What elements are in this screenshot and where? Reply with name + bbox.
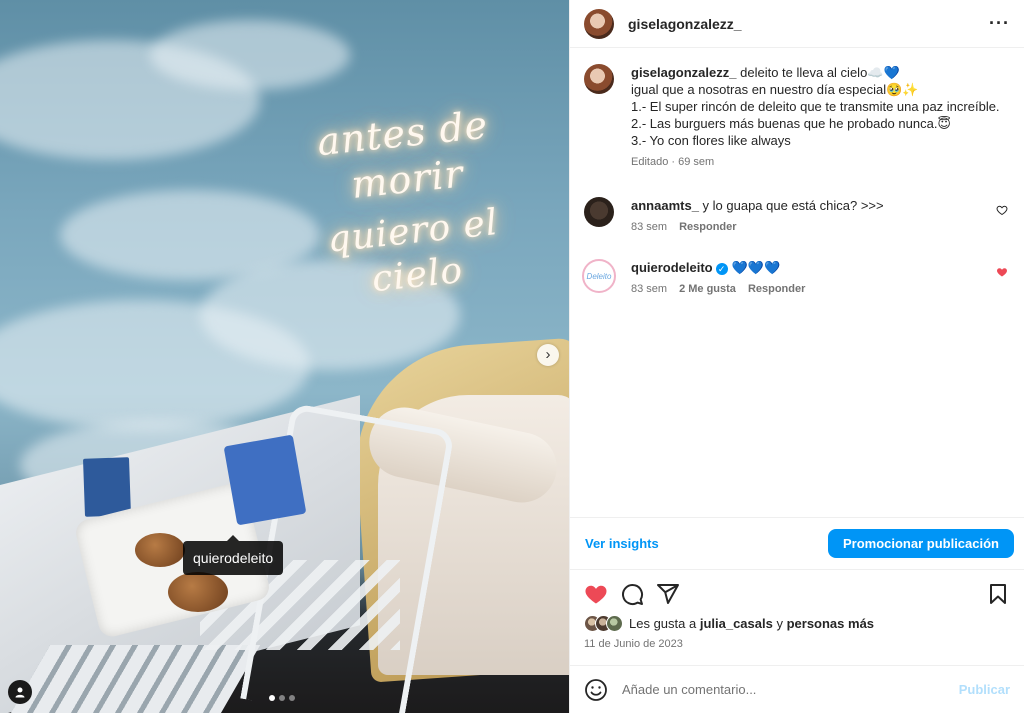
- comment-input[interactable]: [622, 682, 959, 697]
- post-side-panel: giselagonzalezz_ ··· giselagonzalezz_ de…: [569, 0, 1024, 713]
- comment-meta: 83 sem 2 Me gusta Responder: [631, 283, 1010, 295]
- likes-text: Les gusta a julia_casals y personas más: [629, 616, 874, 631]
- likes-user-link[interactable]: julia_casals: [700, 616, 773, 631]
- caption: giselagonzalezz_ deleito te lleva al cie…: [584, 64, 1010, 168]
- post-header: giselagonzalezz_ ···: [570, 0, 1024, 48]
- publish-button[interactable]: Publicar: [959, 682, 1010, 697]
- comments-section: giselagonzalezz_ deleito te lleva al cie…: [570, 48, 1024, 517]
- post-media[interactable]: antes de morir quiero el cielo quierodel…: [0, 0, 569, 713]
- comment-text: y lo guapa que está chica? >>>: [702, 198, 884, 213]
- likes-others-link[interactable]: personas más: [787, 616, 874, 631]
- action-icons: [584, 580, 1010, 608]
- instagram-post-modal: antes de morir quiero el cielo quierodel…: [0, 0, 1024, 713]
- post-author-username[interactable]: giselagonzalezz_: [628, 16, 989, 32]
- post-actions: Les gusta a julia_casals y personas más …: [570, 569, 1024, 665]
- burger: [135, 533, 185, 567]
- comment-text-block: annaamts_ y lo guapa que está chica? >>>: [631, 197, 1010, 214]
- comment-meta: 83 sem Responder: [631, 221, 1010, 233]
- carousel-dots: [269, 695, 295, 701]
- cloud-decoration: [150, 20, 350, 90]
- caption-edited-time: Editado · 69 sem: [631, 156, 715, 168]
- reply-button[interactable]: Responder: [679, 221, 736, 233]
- menu-card: [83, 457, 131, 517]
- burger-box: [223, 434, 307, 526]
- neon-sign: antes de morir quiero el cielo: [315, 102, 501, 301]
- comment-username[interactable]: annaamts_: [631, 198, 699, 213]
- heart-filled-icon[interactable]: [996, 266, 1008, 281]
- caption-text-block: giselagonzalezz_ deleito te lleva al cie…: [631, 64, 1010, 149]
- carousel-dot: [289, 695, 295, 701]
- heart-filled-icon[interactable]: [584, 582, 608, 606]
- comment-text-block: quierodeleito ✓ 💙💙💙: [631, 259, 1010, 276]
- avatar[interactable]: [584, 8, 614, 39]
- comment-body: annaamts_ y lo guapa que está chica? >>>…: [631, 197, 1010, 233]
- more-horizontal-icon[interactable]: ···: [989, 13, 1010, 34]
- comment-username[interactable]: quierodeleito: [631, 260, 713, 275]
- burger: [168, 572, 228, 612]
- comment: annaamts_ y lo guapa que está chica? >>>…: [584, 197, 1010, 233]
- likes-prefix: Les gusta a: [629, 616, 697, 631]
- bench: [9, 645, 261, 713]
- caption-meta: Editado · 69 sem: [631, 156, 1010, 168]
- comment-text: 💙💙💙: [731, 260, 781, 275]
- comment-time[interactable]: 83 sem: [631, 283, 667, 295]
- likes-and: y: [776, 616, 783, 631]
- heart-outline-icon[interactable]: [996, 204, 1008, 219]
- caption-username[interactable]: giselagonzalezz_: [631, 65, 736, 80]
- avatar[interactable]: Deleito: [582, 259, 616, 293]
- avatar[interactable]: [584, 197, 614, 227]
- likes-summary: Les gusta a julia_casals y personas más: [584, 615, 1010, 632]
- chevron-right-icon[interactable]: ›: [537, 344, 559, 366]
- comment-time[interactable]: 83 sem: [631, 221, 667, 233]
- share-icon[interactable]: [656, 582, 680, 606]
- liker-avatar[interactable]: [606, 615, 623, 632]
- reply-button[interactable]: Responder: [748, 283, 805, 295]
- verified-badge-icon: ✓: [715, 262, 728, 275]
- comment-likes-count[interactable]: 2 Me gusta: [679, 283, 736, 295]
- brand-avatar-text: Deleito: [586, 271, 612, 281]
- post-date[interactable]: 11 de Junio de 2023: [584, 638, 1010, 650]
- carousel-dot: [279, 695, 285, 701]
- comment-body: quierodeleito ✓ 💙💙💙 83 sem 2 Me gusta Resp…: [631, 259, 1010, 295]
- bookmark-icon[interactable]: [986, 582, 1010, 606]
- comment: Deleito quierodeleito ✓ 💙💙💙 83 sem 2 Me gu…: [582, 259, 1010, 295]
- promote-post-button[interactable]: Promocionar publicación: [827, 529, 1014, 558]
- user-tag[interactable]: quierodeleito: [183, 535, 284, 575]
- user-tag-icon[interactable]: [8, 680, 32, 704]
- caption-body: giselagonzalezz_ deleito te lleva al cie…: [631, 64, 1010, 168]
- add-comment-bar: Publicar: [570, 665, 1024, 713]
- view-insights-link[interactable]: Ver insights: [585, 536, 659, 551]
- insights-bar: Ver insights Promocionar publicación: [570, 517, 1024, 569]
- carousel-dot: [269, 695, 275, 701]
- comment-icon[interactable]: [620, 582, 644, 606]
- emoji-icon[interactable]: [584, 678, 608, 702]
- avatar[interactable]: [584, 64, 614, 94]
